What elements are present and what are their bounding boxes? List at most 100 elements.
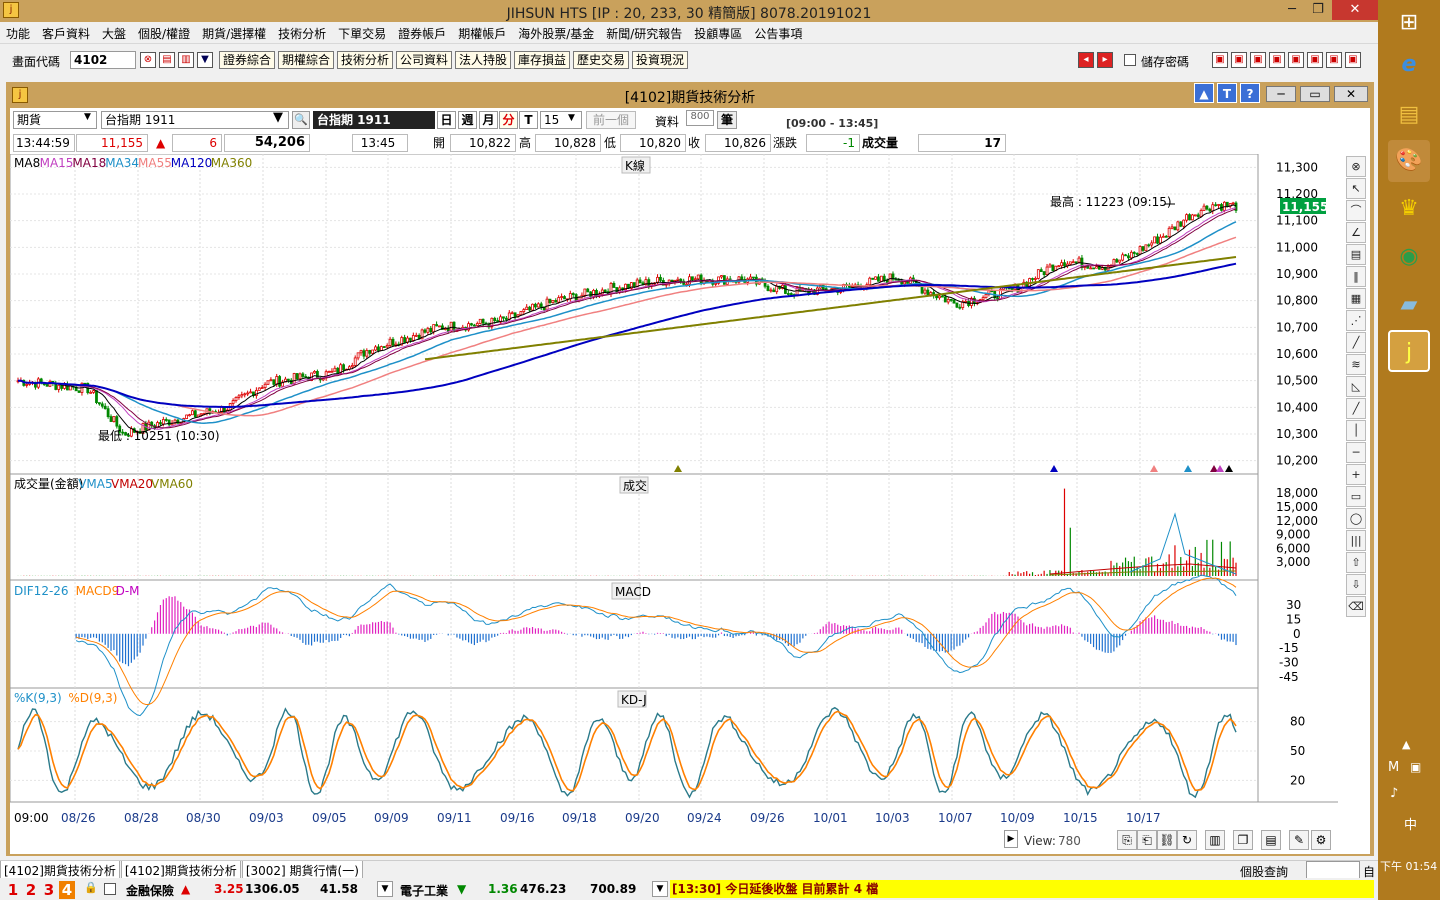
- technical-chart[interactable]: 09:00 08/26 08/28 08/30 09/03 09/05 09/09 09/11…: [10, 154, 1346, 828]
- ticker-checkbox[interactable]: [104, 883, 116, 895]
- tool-16-icon[interactable]: ◯: [1346, 508, 1366, 529]
- menu-item-11[interactable]: 投顧專區: [688, 22, 748, 42]
- menu-item-3[interactable]: 個股/權證: [132, 22, 196, 42]
- tb-settings-icon[interactable]: ▣: [1326, 52, 1342, 68]
- tool-18-icon[interactable]: ⇧: [1346, 552, 1366, 573]
- period-button-1[interactable]: 週: [458, 111, 477, 129]
- print-icon[interactable]: ▥: [178, 52, 194, 68]
- left-arrow-icon[interactable]: ◂: [1078, 52, 1094, 68]
- tool-9-icon[interactable]: ≋: [1346, 354, 1366, 375]
- toolbar-button-0[interactable]: 證券綜合: [219, 51, 276, 69]
- tb-chart-icon[interactable]: ▣: [1212, 52, 1228, 68]
- bottom-tool-0-icon[interactable]: ⎘: [1117, 830, 1137, 850]
- window-icon[interactable]: ▤: [159, 52, 175, 68]
- toolbar-button-1[interactable]: 期權綜合: [278, 51, 335, 69]
- menu-item-1[interactable]: 客戶資料: [36, 22, 96, 42]
- ticker-group-3[interactable]: 4: [59, 881, 75, 899]
- tb-clear-icon[interactable]: ▣: [1345, 52, 1361, 68]
- news-marquee[interactable]: [13:30] 今日延後收盤 目前累計 4 檔: [670, 880, 1374, 898]
- tool-7-icon[interactable]: ⋰: [1346, 310, 1366, 331]
- toolbar-button-2[interactable]: 技術分析: [337, 51, 394, 69]
- toolbar-button-4[interactable]: 法人持股: [455, 51, 512, 69]
- period-button-3[interactable]: 分: [499, 111, 518, 129]
- tb-list-icon[interactable]: ▣: [1269, 52, 1285, 68]
- bottom-tool-2-icon[interactable]: ⛓: [1157, 830, 1177, 850]
- ticker-chevron-down-icon[interactable]: ▼: [377, 881, 393, 897]
- jihsun-app-icon[interactable]: j: [1388, 330, 1430, 372]
- menu-item-2[interactable]: 大盤: [96, 22, 132, 42]
- menu-item-6[interactable]: 下單交易: [332, 22, 392, 42]
- prev-button[interactable]: 前一個: [586, 111, 636, 129]
- menu-item-8[interactable]: 期權帳戶: [452, 22, 512, 42]
- win-close-icon[interactable]: ✕: [1334, 86, 1368, 102]
- tool-12-icon[interactable]: │: [1346, 420, 1366, 441]
- tool-11-icon[interactable]: ╱: [1346, 398, 1366, 419]
- tb-text-icon[interactable]: ▣: [1288, 52, 1304, 68]
- right-arrow-icon[interactable]: ▸: [1097, 52, 1113, 68]
- menu-item-4[interactable]: 期貨/選擇權: [196, 22, 272, 42]
- tool-2-icon[interactable]: ⌒: [1346, 200, 1366, 221]
- bottom-tool-6-icon[interactable]: ▤: [1261, 830, 1281, 850]
- bottom-tool-4-icon[interactable]: ▥: [1205, 830, 1225, 850]
- crown-icon[interactable]: ♛: [1388, 188, 1430, 230]
- tool-13-icon[interactable]: ─: [1346, 442, 1366, 463]
- tool-4-icon[interactable]: ▤: [1346, 244, 1366, 265]
- tool-0-icon[interactable]: ⊗: [1346, 156, 1366, 177]
- tb-check-icon[interactable]: ▣: [1307, 52, 1323, 68]
- toolbar-button-5[interactable]: 庫存損益: [514, 51, 571, 69]
- symbol-select[interactable]: 台指期 1911: [101, 111, 289, 129]
- win-minimize-icon[interactable]: ─: [1266, 86, 1296, 102]
- period-button-0[interactable]: 日: [437, 111, 456, 129]
- windows-start-icon[interactable]: ⊞: [1388, 2, 1430, 44]
- search-icon[interactable]: ⊗: [140, 52, 156, 68]
- menu-item-10[interactable]: 新聞/研究報告: [600, 22, 688, 42]
- bottom-tool-1-icon[interactable]: ⎗: [1137, 830, 1157, 850]
- internet-explorer-icon[interactable]: e: [1388, 44, 1430, 86]
- tool-3-icon[interactable]: ∠: [1346, 222, 1366, 243]
- bottom-tool-8-icon[interactable]: ⚙: [1311, 830, 1331, 850]
- chrome-icon[interactable]: ◉: [1388, 236, 1430, 278]
- query-input[interactable]: [1306, 861, 1360, 879]
- toolbar-button-6[interactable]: 歷史交易: [573, 51, 630, 69]
- tool-10-icon[interactable]: ◺: [1346, 376, 1366, 397]
- unit-button[interactable]: 筆: [717, 111, 737, 129]
- tool-6-icon[interactable]: ▦: [1346, 288, 1366, 309]
- menu-item-5[interactable]: 技術分析: [272, 22, 332, 42]
- period-button-4[interactable]: T: [519, 111, 538, 129]
- bottom-tool-7-icon[interactable]: ✎: [1289, 830, 1309, 850]
- minimize-icon[interactable]: ─: [1278, 0, 1306, 20]
- toolbar-button-3[interactable]: 公司資料: [396, 51, 453, 69]
- ticker-group-0[interactable]: 1: [5, 881, 21, 899]
- tool-14-icon[interactable]: +: [1346, 464, 1366, 485]
- toolbar-button-7[interactable]: 投資現況: [632, 51, 689, 69]
- paint-icon[interactable]: 🎨: [1388, 140, 1430, 182]
- tray-network-icon[interactable]: ▣: [1410, 760, 1421, 774]
- dropdown-icon[interactable]: ▼: [197, 52, 213, 68]
- bottom-tool-5-icon[interactable]: ❐: [1233, 830, 1253, 850]
- tool-17-icon[interactable]: |||: [1346, 530, 1366, 551]
- sticky-notes-icon[interactable]: ▰: [1388, 284, 1430, 326]
- tool-8-icon[interactable]: ╱: [1346, 332, 1366, 353]
- scroll-right-icon[interactable]: ▶: [1004, 830, 1018, 848]
- tray-expand-icon[interactable]: ▲: [1402, 738, 1410, 751]
- win-restore-icon[interactable]: ▭: [1300, 86, 1330, 102]
- data-count-input[interactable]: 800: [686, 110, 714, 126]
- help-icon[interactable]: ?: [1240, 83, 1260, 103]
- text-icon[interactable]: T: [1217, 83, 1237, 103]
- menu-item-7[interactable]: 證券帳戶: [392, 22, 452, 42]
- ime-indicator[interactable]: 中: [1404, 814, 1417, 833]
- period-button-2[interactable]: 月: [479, 111, 498, 129]
- tool-20-icon[interactable]: ⌫: [1346, 596, 1366, 617]
- tool-1-icon[interactable]: ↖: [1346, 178, 1366, 199]
- menu-item-12[interactable]: 公告事項: [748, 22, 808, 42]
- up-icon[interactable]: ▲: [1194, 83, 1214, 103]
- tool-5-icon[interactable]: ‖: [1346, 266, 1366, 287]
- bottom-tool-3-icon[interactable]: ↻: [1177, 830, 1197, 850]
- menu-item-9[interactable]: 海外股票/基金: [512, 22, 600, 42]
- ticker-group-1[interactable]: 2: [23, 881, 39, 899]
- tool-15-icon[interactable]: ▭: [1346, 486, 1366, 507]
- save-password-checkbox[interactable]: [1124, 54, 1136, 66]
- tray-volume-icon[interactable]: ♪: [1390, 786, 1398, 801]
- tb-close-icon[interactable]: ▣: [1231, 52, 1247, 68]
- code-input[interactable]: 4102: [70, 51, 136, 69]
